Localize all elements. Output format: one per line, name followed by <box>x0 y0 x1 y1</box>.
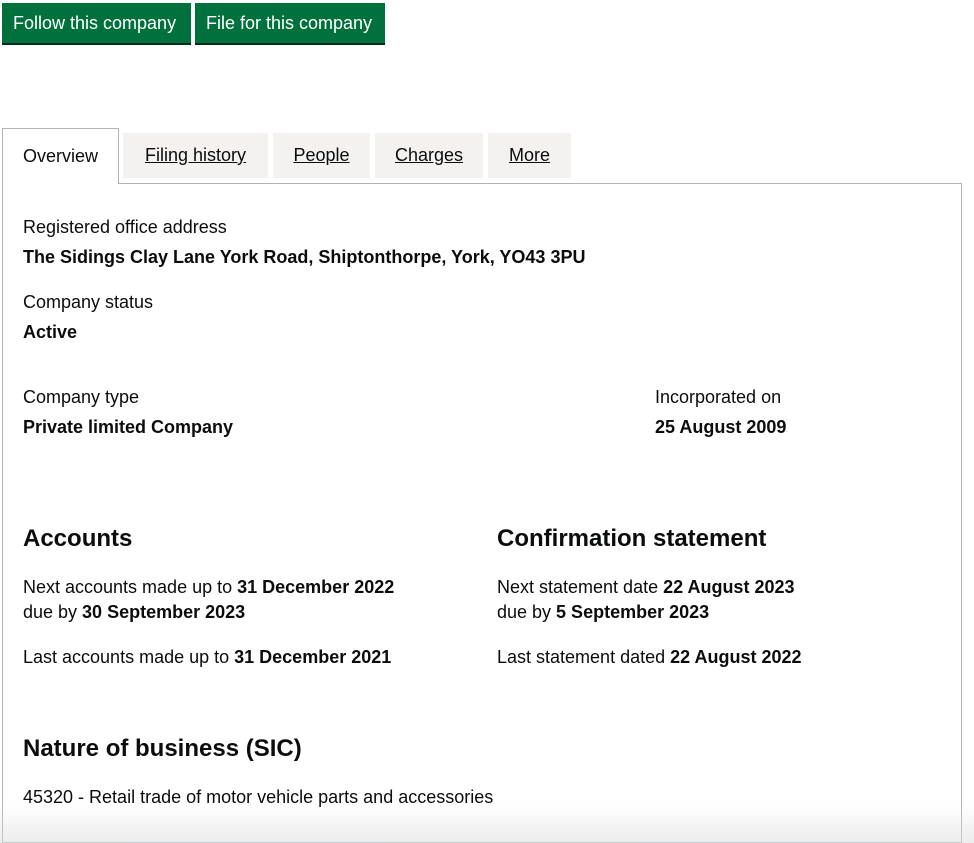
accounts-next: Next accounts made up to 31 December 202… <box>23 576 394 598</box>
company-status-label: Company status <box>23 292 154 312</box>
accounts-last-prefix: Last accounts made up to <box>23 647 235 667</box>
confirmation-last-prefix: Last statement dated <box>497 647 671 667</box>
company-type-label: Company type <box>23 387 140 407</box>
accounts-next-prefix: Next accounts made up to <box>23 577 238 597</box>
sic-item: 45320 - Retail trade of motor vehicle pa… <box>23 787 494 807</box>
incorporated-on-value: 25 August 2009 <box>655 417 787 437</box>
accounts-due-date: 30 September 2023 <box>82 602 246 622</box>
tab-charges[interactable]: Charges <box>375 133 483 178</box>
confirmation-next-prefix: Next statement date <box>497 577 664 597</box>
tab-filing-history[interactable]: Filing history <box>123 133 268 178</box>
accounts-due-prefix: due by <box>23 602 83 622</box>
confirmation-due-date: 5 September 2023 <box>556 602 710 622</box>
company-overview-page: Follow this company File for this compan… <box>0 0 974 843</box>
accounts-last: Last accounts made up to 31 December 202… <box>23 646 391 668</box>
follow-company-button[interactable]: Follow this company <box>2 3 191 43</box>
file-for-company-button[interactable]: File for this company <box>195 3 385 43</box>
tab-more[interactable]: More <box>488 133 571 178</box>
registered-office-value: The Sidings Clay Lane York Road, Shipton… <box>23 247 586 267</box>
registered-office-label: Registered office address <box>23 217 227 237</box>
accounts-next-date: 31 December 2022 <box>237 577 395 597</box>
incorporated-on-label: Incorporated on <box>655 387 782 407</box>
tab-overview[interactable]: Overview <box>2 128 119 184</box>
accounts-due: due by 30 September 2023 <box>23 601 245 623</box>
company-type-value: Private limited Company <box>23 417 234 437</box>
accounts-heading: Accounts <box>23 525 133 552</box>
confirmation-next-date: 22 August 2023 <box>663 577 795 597</box>
tab-people[interactable]: People <box>273 133 370 178</box>
confirmation-last-date: 22 August 2022 <box>670 647 802 667</box>
company-status-value: Active <box>23 322 78 342</box>
confirmation-due: due by 5 September 2023 <box>497 601 709 623</box>
confirmation-last: Last statement dated 22 August 2022 <box>497 646 802 668</box>
confirmation-due-prefix: due by <box>497 602 557 622</box>
overview-panel: Registered office address The Sidings Cl… <box>2 183 962 843</box>
sic-heading: Nature of business (SIC) <box>23 735 302 762</box>
confirmation-next: Next statement date 22 August 2023 <box>497 576 794 598</box>
confirmation-statement-heading: Confirmation statement <box>497 525 767 552</box>
accounts-last-date: 31 December 2021 <box>234 647 392 667</box>
